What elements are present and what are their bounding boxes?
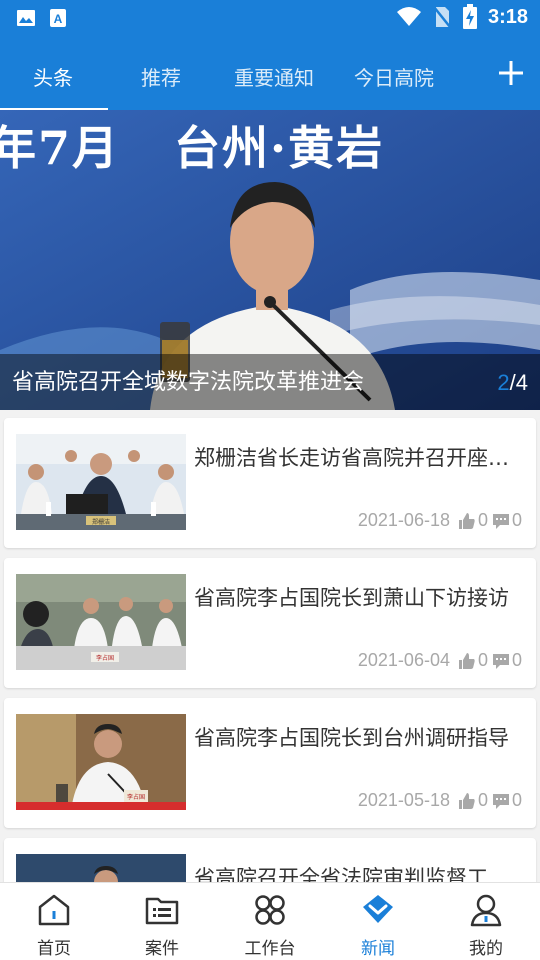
news-list[interactable]: 郑栅洁 郑栅洁省长走访省高院并召开座谈会 2021-06-18 0 0 李占国 … <box>0 410 540 882</box>
news-card[interactable]: 李占国 省高院李占国院长到台州调研指导 2021-05-18 0 0 <box>4 698 536 828</box>
hero-caption: 省高院召开全域数字法院改革推进会 <box>12 370 365 395</box>
wifi-icon <box>396 7 421 26</box>
news-icon <box>363 895 393 923</box>
nav-label: 我的 <box>469 939 503 959</box>
plus-icon[interactable] <box>496 58 526 88</box>
bottom-navigation: 首页 案件 工作台 新闻 我的 <box>0 882 540 960</box>
news-title: 省高院李占国院长到台州调研指导 <box>194 726 509 750</box>
news-card[interactable]: 省高院召开全省法院审判监督工作会议 <box>4 838 536 882</box>
news-meta: 2021-06-04 0 0 <box>358 650 526 671</box>
nav-cases[interactable]: 案件 <box>108 883 216 960</box>
comment-count: 0 <box>511 510 522 530</box>
news-thumbnail: 郑栅洁 <box>16 434 186 530</box>
nav-label: 工作台 <box>244 939 296 959</box>
nav-news[interactable]: 新闻 <box>324 883 432 960</box>
hero-carousel[interactable]: 年7月 台州·黄岩 省高院召开全域数字法院改革推进会 2/4 <box>0 110 540 410</box>
thumbs-up-icon[interactable] <box>458 652 476 670</box>
tab-overflow-fade <box>452 36 492 110</box>
comment-icon[interactable] <box>492 792 510 810</box>
clock-time: 3:18 <box>487 5 528 28</box>
thumbnail-nameplate: 郑栅洁 <box>92 518 110 526</box>
home-icon <box>38 894 70 926</box>
case-folder-icon <box>145 897 179 925</box>
like-count: 0 <box>477 510 488 530</box>
comment-count: 0 <box>511 650 522 670</box>
news-meta: 2021-06-18 0 0 <box>358 510 526 531</box>
news-card[interactable]: 李占国 省高院李占国院长到萧山下访接访 2021-06-04 0 0 <box>4 558 536 688</box>
news-date: 2021-06-18 <box>357 510 450 530</box>
tab-recommended[interactable]: 推荐 <box>141 62 181 91</box>
news-thumbnail: 李占国 <box>16 574 186 670</box>
news-thumbnail <box>16 854 186 882</box>
workbench-icon <box>255 895 285 925</box>
thumbs-up-icon[interactable] <box>458 792 476 810</box>
hero-current-page: 2 <box>497 370 510 395</box>
category-tab-bar: 头条 推荐 重要通知 今日高院 <box>0 36 540 111</box>
status-bar: A 3:18 <box>0 0 540 36</box>
tab-today-high-court[interactable]: 今日高院 <box>354 62 434 91</box>
thumbs-up-icon[interactable] <box>458 512 476 530</box>
nav-profile[interactable]: 我的 <box>432 883 540 960</box>
tab-headlines[interactable]: 头条 <box>33 62 73 91</box>
like-count: 0 <box>477 650 488 670</box>
gallery-icon <box>17 10 35 26</box>
news-date: 2021-05-18 <box>357 790 450 810</box>
hero-page-indicator: 2/4 <box>497 370 528 396</box>
nav-workbench[interactable]: 工作台 <box>216 883 324 960</box>
news-title: 省高院召开全省法院审判监督工作会议 <box>194 866 529 882</box>
nav-label: 案件 <box>145 939 179 959</box>
tab-important-notices[interactable]: 重要通知 <box>234 62 314 91</box>
nav-label: 首页 <box>37 939 71 959</box>
battery-charging-icon <box>462 4 477 29</box>
svg-text:A: A <box>54 12 63 26</box>
news-card[interactable]: 郑栅洁 郑栅洁省长走访省高院并召开座谈会 2021-06-18 0 0 <box>4 418 536 548</box>
no-sim-icon <box>432 6 451 28</box>
news-thumbnail: 李占国 <box>16 714 186 810</box>
comment-count: 0 <box>511 790 522 810</box>
hero-total-pages: /4 <box>509 370 528 395</box>
like-count: 0 <box>477 790 488 810</box>
thumbnail-nameplate: 李占国 <box>96 654 114 662</box>
news-title: 郑栅洁省长走访省高院并召开座谈会 <box>194 446 529 470</box>
comment-icon[interactable] <box>492 652 510 670</box>
news-title: 省高院李占国院长到萧山下访接访 <box>194 586 509 610</box>
hero-banner-text: 年7月 台州·黄岩 <box>0 121 385 175</box>
comment-icon[interactable] <box>492 512 510 530</box>
profile-icon <box>470 894 502 927</box>
news-meta: 2021-05-18 0 0 <box>358 790 526 811</box>
news-date: 2021-06-04 <box>357 650 450 670</box>
app-store-icon: A <box>50 9 66 27</box>
nav-home[interactable]: 首页 <box>0 883 108 960</box>
nav-label: 新闻 <box>361 939 395 959</box>
thumbnail-nameplate: 李占国 <box>127 793 145 801</box>
